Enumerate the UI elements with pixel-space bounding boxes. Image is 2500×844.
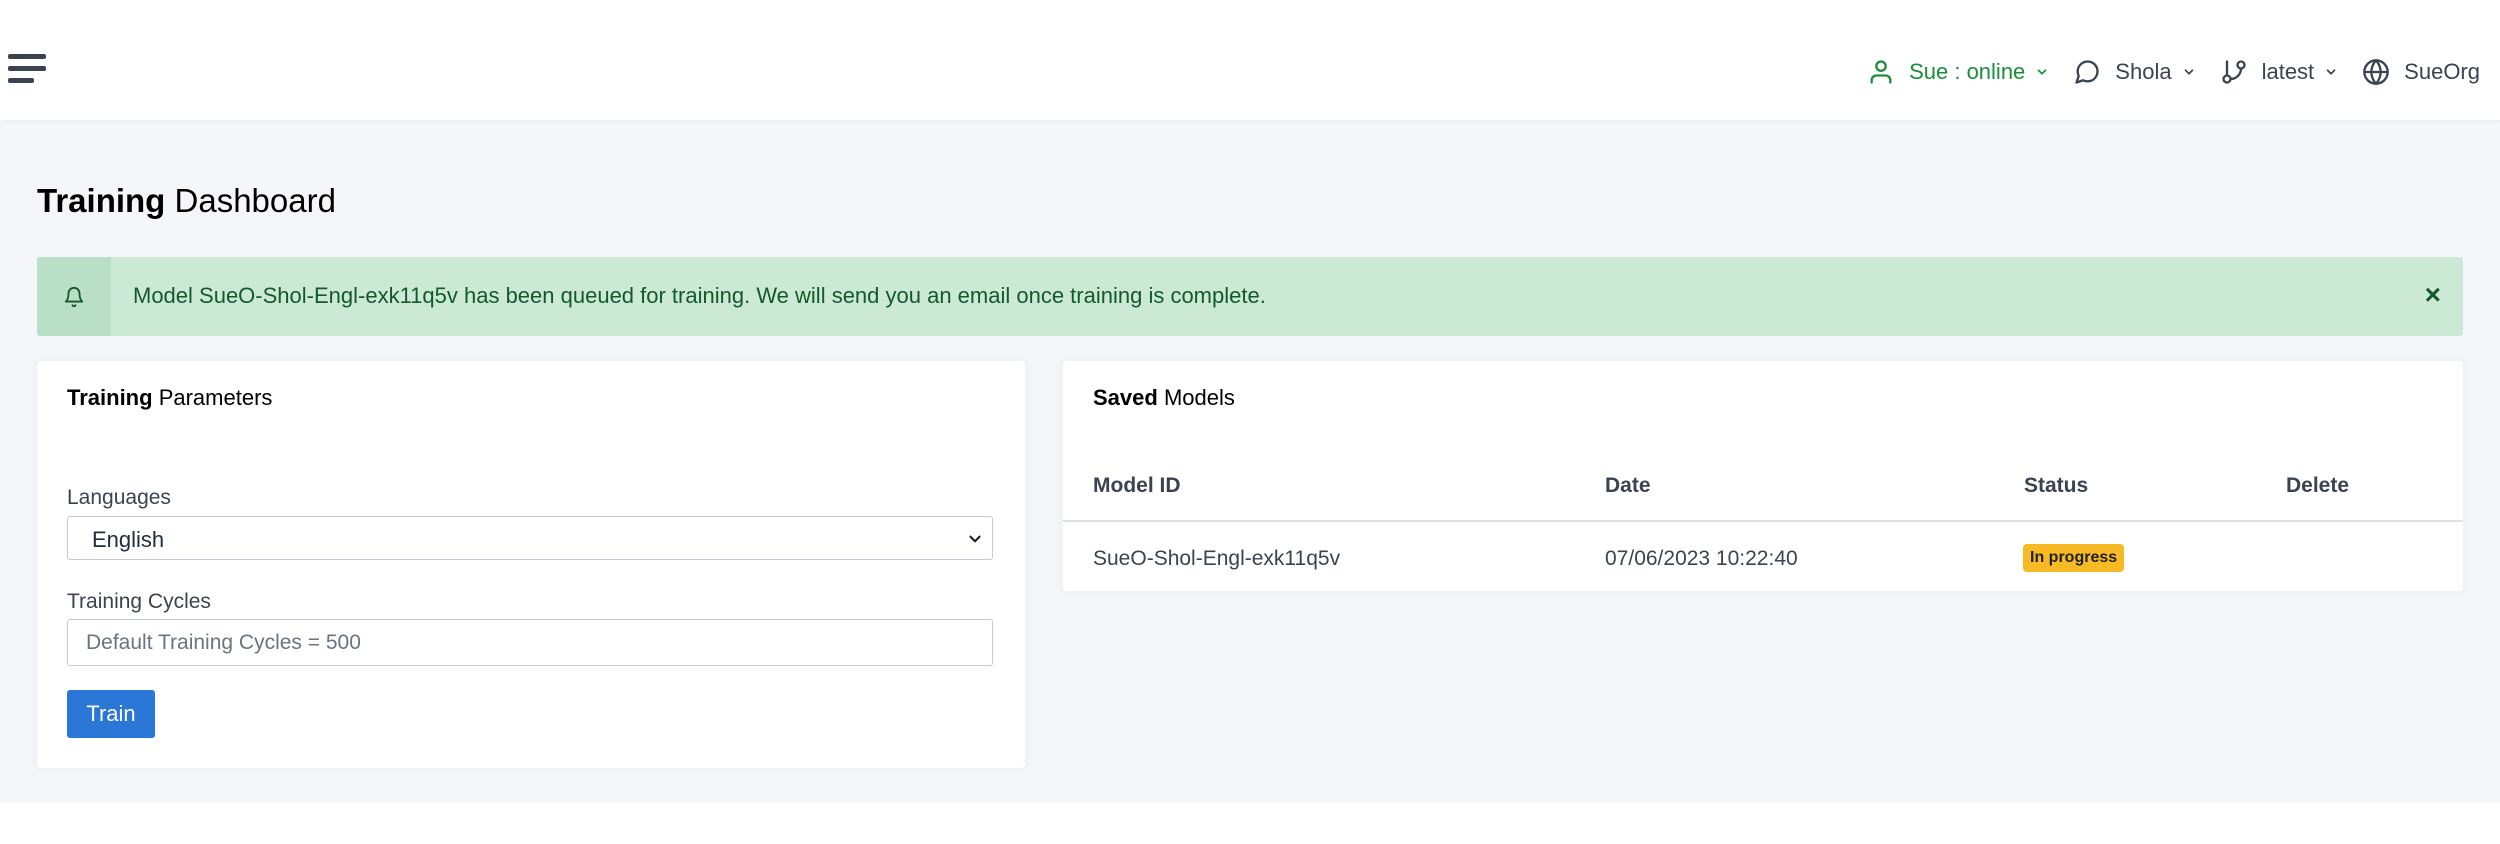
date-cell: 07/06/2023 10:22:40 xyxy=(1605,547,1798,570)
column-header-status: Status xyxy=(2024,474,2089,497)
org-label: SueOrg xyxy=(2404,59,2480,84)
branch-dropdown[interactable]: latest xyxy=(2220,58,2339,86)
user-status-dropdown[interactable]: Sue : online xyxy=(1867,58,2049,86)
column-header-model-id: Model ID xyxy=(1093,474,1181,497)
bell-icon xyxy=(64,286,84,307)
main-content: Training Dashboard Model SueO-Shol-Engl-… xyxy=(0,120,2500,802)
training-cycles-label: Training Cycles xyxy=(67,590,211,613)
language-selected-value: English xyxy=(92,527,165,552)
alert-icon-box xyxy=(37,257,111,336)
alert-close-button[interactable]: × xyxy=(2425,281,2441,309)
alert-message: Model SueO-Shol-Engl-exk11q5v has been q… xyxy=(133,283,1266,308)
card-title: Saved Models xyxy=(1093,385,1235,410)
column-header-delete: Delete xyxy=(2286,474,2350,497)
chat-dropdown[interactable]: Shola xyxy=(2073,58,2195,86)
user-status-label: Sue : online xyxy=(1909,59,2026,84)
chevron-down-icon xyxy=(2184,69,2193,75)
model-id-cell: SueO-Shol-Engl-exk11q5v xyxy=(1093,547,1341,570)
column-header-date: Date xyxy=(1605,474,1651,497)
user-icon xyxy=(1870,60,1892,84)
chevron-down-icon xyxy=(2326,69,2336,75)
chevron-down-icon xyxy=(2037,69,2047,75)
success-alert: Model SueO-Shol-Engl-exk11q5v has been q… xyxy=(37,257,2463,336)
saved-models-card: Saved Models Model ID Date Status Delete… xyxy=(1063,361,2463,591)
chat-name-label: Shola xyxy=(2115,59,2172,84)
chevron-down-icon xyxy=(969,535,981,543)
hamburger-menu-icon[interactable] xyxy=(8,54,46,84)
navbar-right: Sue : online Shola latest SueOrg xyxy=(1843,54,2480,90)
training-parameters-card: Training Parameters Languages English Tr… xyxy=(37,361,1025,768)
chat-bubble-icon xyxy=(2075,60,2099,84)
card-title: Training Parameters xyxy=(67,385,273,410)
globe-icon xyxy=(2363,59,2390,85)
languages-label: Languages xyxy=(67,486,171,509)
status-badge: In progress xyxy=(2023,544,2125,572)
train-button[interactable]: Train xyxy=(67,690,155,738)
training-cycles-input[interactable] xyxy=(67,619,993,666)
language-select[interactable]: English xyxy=(67,516,993,560)
org-selector[interactable]: SueOrg xyxy=(2362,58,2480,86)
page-title: Training Dashboard xyxy=(37,182,336,219)
git-branch-icon xyxy=(2221,60,2246,84)
table-header-divider xyxy=(1063,520,2463,522)
branch-label: latest xyxy=(2261,59,2315,84)
top-navbar: Sue : online Shola latest SueOrg xyxy=(0,0,2500,120)
